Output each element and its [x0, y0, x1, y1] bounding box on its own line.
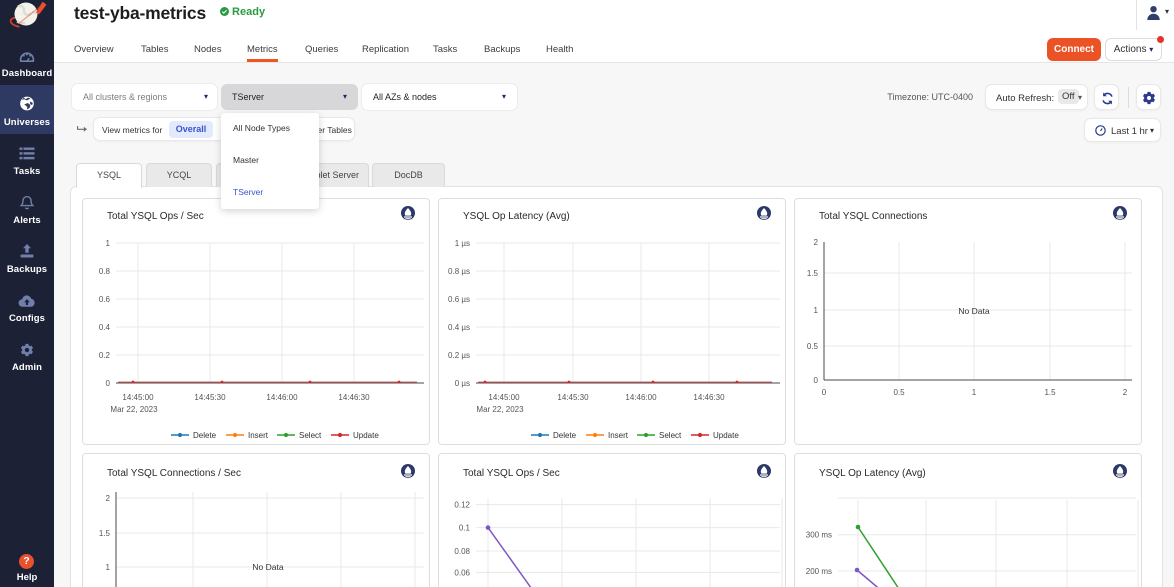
- svg-text:1: 1: [972, 388, 977, 397]
- svg-text:Select: Select: [299, 431, 322, 440]
- svg-text:Insert: Insert: [608, 431, 629, 440]
- svg-text:1: 1: [106, 239, 111, 248]
- svg-text:300 ms: 300 ms: [806, 531, 832, 540]
- svg-text:0.06: 0.06: [454, 568, 470, 577]
- svg-text:No Data: No Data: [252, 562, 283, 572]
- svg-text:0.6 µs: 0.6 µs: [448, 295, 470, 304]
- svg-text:1: 1: [106, 563, 111, 572]
- svg-text:0.08: 0.08: [454, 547, 470, 556]
- svg-text:Mar 22, 2023: Mar 22, 2023: [476, 405, 524, 414]
- svg-text:200 ms: 200 ms: [806, 567, 832, 576]
- svg-text:14:46:30: 14:46:30: [693, 393, 725, 402]
- svg-text:0 µs: 0 µs: [455, 379, 470, 388]
- svg-text:0.2: 0.2: [99, 351, 111, 360]
- svg-text:0.5: 0.5: [807, 342, 819, 351]
- svg-text:Insert: Insert: [248, 431, 269, 440]
- svg-text:14:46:30: 14:46:30: [338, 393, 370, 402]
- svg-text:14:45:30: 14:45:30: [194, 393, 226, 402]
- svg-text:1.5: 1.5: [807, 269, 819, 278]
- svg-text:14:45:00: 14:45:00: [122, 393, 154, 402]
- svg-text:Update: Update: [353, 431, 379, 440]
- svg-text:0.6: 0.6: [99, 295, 111, 304]
- svg-text:0: 0: [814, 376, 819, 385]
- svg-text:0: 0: [822, 388, 827, 397]
- svg-text:14:45:00: 14:45:00: [488, 393, 520, 402]
- svg-text:14:46:00: 14:46:00: [625, 393, 657, 402]
- svg-text:Update: Update: [713, 431, 739, 440]
- svg-text:Mar 22, 2023: Mar 22, 2023: [110, 405, 158, 414]
- svg-text:2: 2: [1123, 388, 1128, 397]
- svg-text:0.4: 0.4: [99, 323, 111, 332]
- svg-text:0.2 µs: 0.2 µs: [448, 351, 470, 360]
- svg-text:0.5: 0.5: [893, 388, 905, 397]
- svg-text:No Data: No Data: [958, 306, 989, 316]
- svg-text:1.5: 1.5: [99, 529, 111, 538]
- svg-text:1.5: 1.5: [1044, 388, 1056, 397]
- svg-text:0: 0: [106, 379, 111, 388]
- svg-text:0.8 µs: 0.8 µs: [448, 267, 470, 276]
- svg-text:0.12: 0.12: [454, 501, 470, 510]
- svg-text:0.8: 0.8: [99, 267, 111, 276]
- svg-text:1: 1: [814, 306, 819, 315]
- svg-text:2: 2: [814, 238, 819, 247]
- svg-text:14:45:30: 14:45:30: [557, 393, 589, 402]
- svg-text:0.1: 0.1: [459, 524, 471, 533]
- svg-text:14:46:00: 14:46:00: [266, 393, 298, 402]
- svg-text:2: 2: [106, 494, 111, 503]
- svg-text:1 µs: 1 µs: [455, 239, 470, 248]
- svg-text:Delete: Delete: [193, 431, 217, 440]
- svg-text:Delete: Delete: [553, 431, 577, 440]
- svg-text:Select: Select: [659, 431, 682, 440]
- svg-text:0.4 µs: 0.4 µs: [448, 323, 470, 332]
